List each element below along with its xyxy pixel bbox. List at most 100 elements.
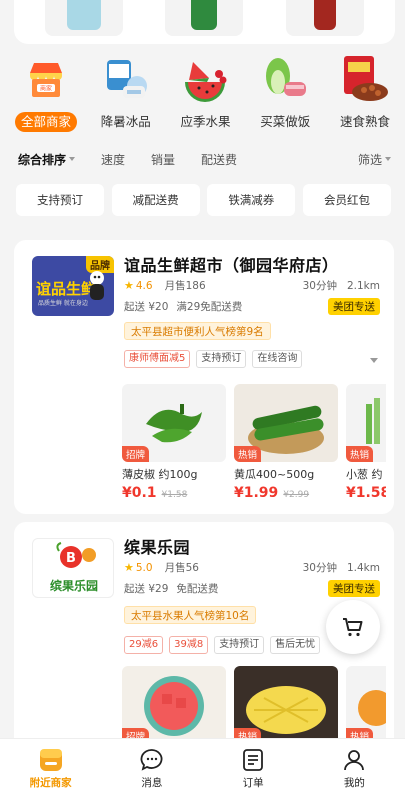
expand-tags-icon[interactable] (370, 358, 378, 363)
product-item[interactable]: 热销 (234, 666, 338, 744)
delivery-fee: 满29免配送费 (176, 301, 243, 313)
chip-coupon[interactable]: 铁满减券 (207, 184, 296, 216)
promo-tag: 支持预订 (214, 636, 265, 654)
fee-row: 起送 ¥29 免配送费 美团专送 (124, 580, 380, 597)
product-thumb[interactable] (285, 0, 364, 36)
bottom-nav: 附近商家 消息 订单 我的 (0, 738, 405, 800)
category-all[interactable]: 商家 全部商家 (12, 52, 80, 136)
product-name: 薄皮椒 约100g (122, 468, 198, 481)
category-fruit[interactable]: 应季水果 (172, 52, 240, 136)
chip-preorder[interactable]: 支持预订 (16, 184, 104, 216)
nav-orders[interactable]: 订单 (218, 747, 288, 800)
rating-row: ★ 5.0 月售56 30分钟 1.4km (124, 560, 380, 575)
nav-label: 附近商家 (29, 777, 72, 789)
order-icon (243, 749, 264, 771)
cooked-food-icon (338, 52, 392, 106)
store-logo: 品牌 谊品生鲜 品质生鲜 就在身边 (32, 256, 114, 316)
category-label: 降暑冰品 (100, 114, 151, 129)
message-icon (140, 749, 163, 771)
category-label: 买菜做饭 (260, 114, 311, 129)
nav-label: 我的 (343, 777, 365, 789)
product-image: 热销 (346, 384, 386, 462)
chip-reduce-fee[interactable]: 减配送费 (111, 184, 200, 216)
star-icon: ★ (124, 279, 134, 292)
sort-default[interactable]: 综合排序 (18, 151, 76, 168)
svg-text:商家: 商家 (40, 85, 52, 93)
logo-text: 缤果乐园 (49, 579, 98, 593)
sort-speed[interactable]: 速度 (101, 151, 125, 168)
sort-label: 配送费 (201, 152, 238, 167)
sort-label: 综合排序 (18, 152, 67, 167)
product-item[interactable]: 招牌 (122, 666, 226, 744)
product-item[interactable]: 热销 小葱 约 ¥1.58 (346, 384, 386, 501)
ice-cream-icon (99, 52, 153, 106)
nav-messages[interactable]: 消息 (117, 747, 187, 800)
product-name: 小葱 约 (346, 468, 383, 481)
original-price: ¥1.58 (161, 490, 188, 500)
meituan-delivery-badge: 美团专送 (328, 580, 380, 597)
caret-down-icon (69, 157, 76, 161)
price-row: ¥1.58 (346, 485, 386, 501)
category-label: 全部商家 (14, 112, 77, 132)
rating-score: 4.6 (135, 279, 153, 292)
product-image: 招牌 (122, 384, 226, 462)
product-badge: 热销 (346, 446, 374, 462)
svg-text:B: B (66, 551, 76, 566)
filter-chips: 支持预订 减配送费 铁满减券 会员红包 (16, 184, 391, 216)
product-name: 黄瓜400~500g (234, 468, 315, 481)
top-product-strip (14, 0, 395, 44)
category-label: 应季水果 (180, 114, 231, 129)
sort-delivery-fee[interactable]: 配送费 (201, 151, 237, 168)
sort-sales[interactable]: 销量 (151, 151, 175, 168)
sort-label: 速度 (101, 152, 126, 167)
rank-badge: 太平县水果人气榜第10名 (124, 606, 257, 624)
time-text: 30分钟 (302, 280, 337, 292)
store-nav-icon (39, 749, 62, 771)
product-thumb[interactable] (45, 0, 124, 36)
product-item[interactable]: 热销 黄瓜400~500g ¥1.99 ¥2.99 (234, 384, 338, 501)
price-row: ¥0.1 ¥1.58 (122, 485, 226, 501)
product-thumb[interactable] (165, 0, 244, 36)
watermelon-icon (179, 52, 233, 106)
distance-text: 2.1km (346, 280, 380, 292)
category-vegetables[interactable]: 买菜做饭 (251, 52, 319, 136)
rating-score: 5.0 (135, 561, 153, 574)
category-cooked[interactable]: 速食熟食 (331, 52, 399, 136)
promo-tag: 39减8 (169, 636, 209, 654)
category-label: 速食熟食 (339, 114, 390, 129)
product-item[interactable]: 热销 (346, 666, 386, 744)
nav-label: 订单 (242, 777, 264, 789)
filter-button[interactable]: 筛选 (358, 151, 391, 168)
nav-profile[interactable]: 我的 (319, 747, 389, 800)
monthly-sales: 月售186 (164, 280, 206, 292)
promo-tags: 29减6 39减8 支持预订 售后无忧 (124, 636, 326, 654)
min-order: 起送 ¥20 (124, 301, 169, 313)
chip-member[interactable]: 会员红包 (302, 184, 391, 216)
rank-badge: 太平县超市便利人气榜第9名 (124, 322, 271, 340)
distance-text: 1.4km (346, 562, 380, 574)
delivery-fee: 免配送费 (176, 583, 219, 595)
product-price: ¥1.58 (346, 485, 386, 501)
store-logo: B 缤果乐园 (32, 538, 114, 598)
product-item[interactable]: 招牌 薄皮椒 约100g ¥0.1 ¥1.58 (122, 384, 226, 501)
mascot-icon (90, 271, 104, 300)
promo-tag: 在线咨询 (252, 350, 303, 368)
sort-label: 销量 (151, 152, 176, 167)
product-badge: 热销 (234, 446, 262, 462)
product-list: 招牌 薄皮椒 约100g ¥0.1 ¥1.58 热销 黄瓜400~500g ¥1.… (122, 384, 386, 501)
cart-button[interactable] (326, 600, 380, 654)
promo-tag: 29减6 (124, 636, 164, 654)
product-price: ¥1.99 (234, 485, 279, 501)
min-order: 起送 ¥29 (124, 583, 169, 595)
promo-tag: 支持预订 (196, 350, 247, 368)
nearby-stores-page: 商家 全部商家 降暑冰品 应季水果 买菜做饭 速食熟食 综合排序 速度 销量 配… (0, 0, 405, 800)
store-name: 谊品生鲜超市（御园华府店） (124, 256, 339, 275)
store-card[interactable]: 品牌 谊品生鲜 品质生鲜 就在身边 谊品生鲜超市（御园华府店） ★ 4.6 月售… (14, 240, 394, 514)
category-row: 商家 全部商家 降暑冰品 应季水果 买菜做饭 速食熟食 (0, 52, 405, 136)
product-price: ¥0.1 (122, 485, 157, 501)
product-image: 热销 (234, 384, 338, 462)
profile-icon (344, 750, 365, 771)
category-ice[interactable]: 降暑冰品 (92, 52, 160, 136)
nav-nearby[interactable]: 附近商家 (16, 747, 86, 800)
product-image: 热销 (346, 666, 386, 744)
